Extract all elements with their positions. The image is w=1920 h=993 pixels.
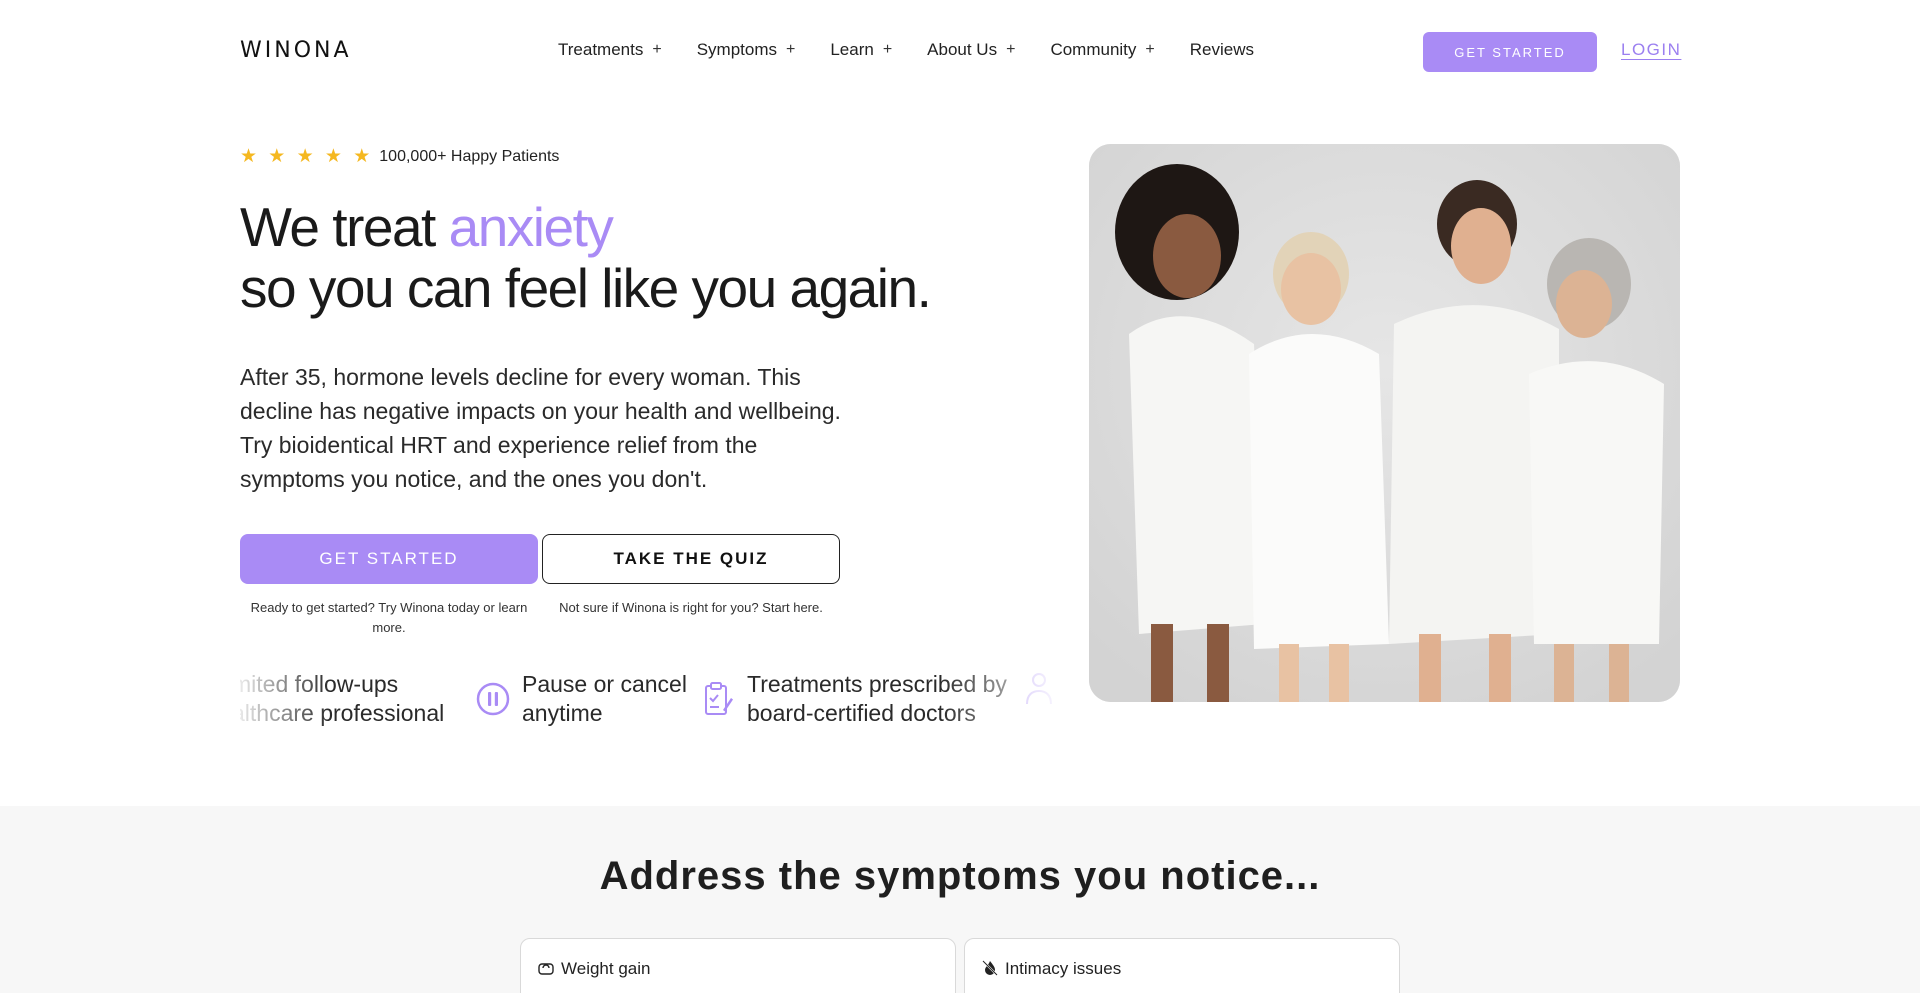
rating-text: 100,000+ Happy Patients	[379, 147, 560, 165]
carousel-fade-left	[240, 670, 330, 740]
take-quiz-button[interactable]: TAKE THE QUIZ	[542, 534, 840, 584]
benefit-line1: Pause or cancel	[522, 671, 687, 697]
flame-off-icon	[982, 960, 998, 976]
pause-icon	[474, 680, 512, 718]
plus-icon: +	[1145, 41, 1155, 58]
quiz-caption: Not sure if Winona is right for you? Sta…	[559, 600, 823, 615]
site-header: WINONA Treatments + Symptoms + Learn + Abou…	[0, 0, 1920, 103]
symptoms-section: Address the symptoms you notice... Weigh…	[0, 806, 1920, 993]
nav-label: Reviews	[1189, 40, 1254, 59]
headline-part1: We treat	[240, 196, 449, 258]
hero-photo	[1089, 144, 1680, 702]
rating-row: ★ ★ ★ ★ ★ 100,000+ Happy Patients	[240, 145, 559, 168]
nav-label: Learn	[830, 40, 874, 59]
winona-logo[interactable]: WINONA	[240, 38, 352, 63]
nav-item-symptoms[interactable]: Symptoms +	[697, 40, 796, 60]
benefit-text: Pause or cancel anytime	[522, 670, 687, 728]
nav-item-treatments[interactable]: Treatments +	[558, 40, 662, 60]
symptom-card-intimacy-issues[interactable]: Intimacy issues	[964, 938, 1400, 993]
nav-label: Community	[1050, 40, 1137, 59]
login-link[interactable]: LOGIN	[1621, 40, 1681, 60]
carousel-fade-right	[940, 670, 1060, 740]
nav-item-about-us[interactable]: About Us +	[927, 40, 1015, 60]
clipboard-icon	[699, 680, 737, 718]
hero-intro: After 35, hormone levels decline for eve…	[240, 364, 841, 492]
nav-label: Symptoms	[696, 40, 777, 59]
plus-icon: +	[1006, 41, 1016, 58]
star-rating-icon: ★ ★ ★ ★ ★	[240, 146, 374, 167]
scale-icon	[538, 963, 554, 975]
plus-icon: +	[882, 41, 893, 58]
header-get-started-button[interactable]: GET STARTED	[1423, 32, 1597, 72]
nav-item-learn[interactable]: Learn +	[830, 40, 892, 60]
get-started-button[interactable]: GET STARTED	[240, 534, 538, 584]
plus-icon: +	[785, 41, 796, 58]
nav-label: Treatments	[558, 40, 644, 59]
symptom-label: Intimacy issues	[1005, 959, 1122, 978]
nav-item-reviews[interactable]: Reviews	[1190, 40, 1254, 60]
symptoms-title: Address the symptoms you notice...	[599, 854, 1321, 898]
hero-headline: We treat anxiety so you can feel like you…	[240, 196, 932, 319]
plus-icon: +	[652, 41, 662, 58]
nav-item-community[interactable]: Community +	[1050, 40, 1154, 60]
get-started-caption: Ready to get started? Try Winona today o…	[250, 600, 528, 635]
symptom-label: Weight gain	[561, 959, 651, 978]
women-group-photo	[1089, 144, 1680, 702]
benefit-line2: anytime	[522, 700, 603, 726]
symptom-card-weight-gain[interactable]: Weight gain	[520, 938, 956, 993]
headline-line2: so you can feel like you again.	[240, 257, 932, 319]
nav-label: About Us	[927, 40, 998, 59]
benefit-pause-cancel: Pause or cancel anytime	[474, 670, 687, 728]
main-nav: Treatments + Symptoms + Learn + About Us + C…	[558, 40, 1289, 60]
headline-accent: anxiety	[448, 196, 614, 258]
benefits-carousel: mited follow-ups althcare professional P…	[240, 670, 1060, 740]
